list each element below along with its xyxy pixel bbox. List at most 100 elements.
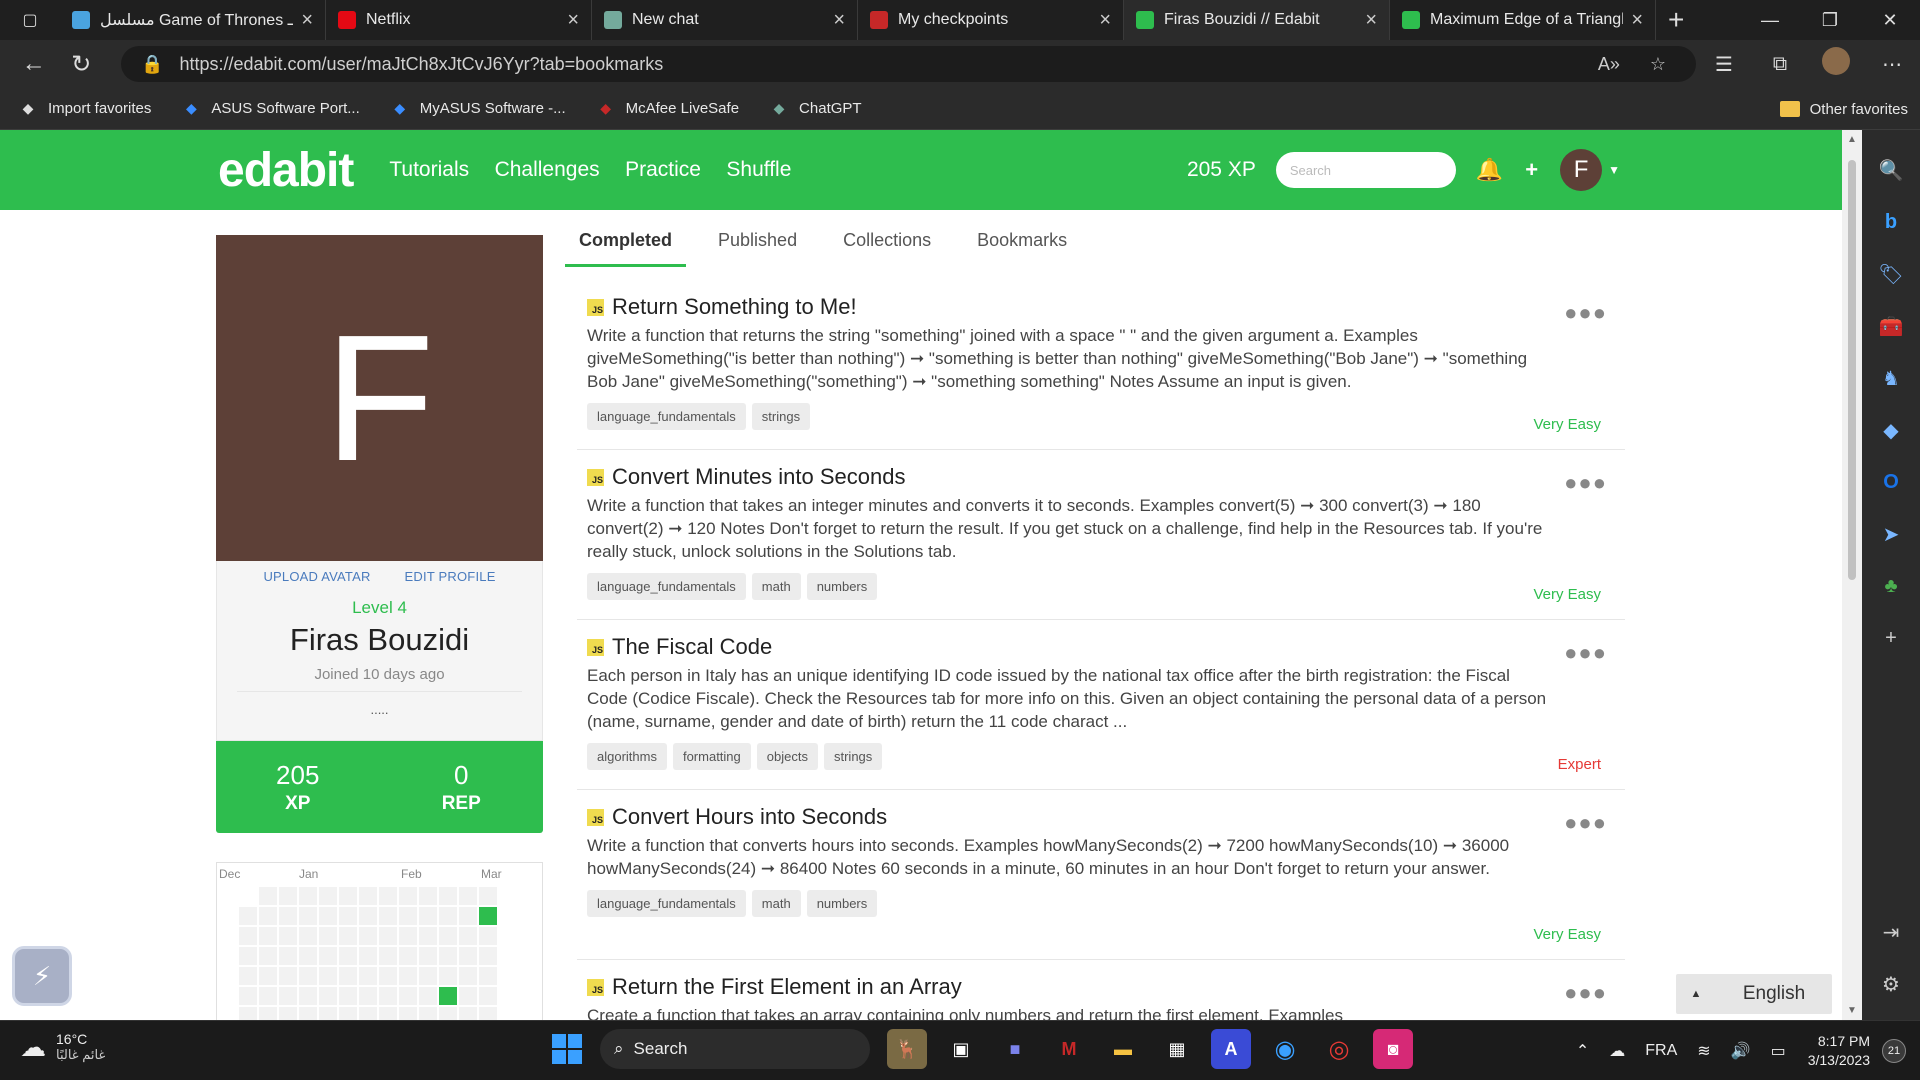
more-options-icon[interactable]: ●●● (1564, 470, 1607, 496)
close-tab-icon[interactable]: × (301, 9, 313, 32)
favorite-item[interactable]: ◆ Import favorites (0, 99, 163, 119)
nav-shuffle[interactable]: Shuffle (726, 158, 791, 181)
close-tab-icon[interactable]: × (567, 9, 579, 32)
profile-icon[interactable] (1808, 47, 1864, 81)
restore-icon[interactable]: ❐ (1800, 0, 1860, 40)
browser-tab[interactable]: New chat × (592, 0, 858, 40)
close-tab-icon[interactable]: × (1099, 9, 1111, 32)
store-icon[interactable]: ▦ (1157, 1029, 1197, 1069)
tools-icon[interactable]: 🧰 (1862, 300, 1920, 352)
close-window-icon[interactable]: ✕ (1860, 0, 1920, 40)
back-icon[interactable]: ← (10, 40, 58, 88)
more-menu-icon[interactable]: ⋯ (1864, 52, 1920, 77)
new-tab-icon[interactable]: + (1668, 4, 1684, 36)
tab-published[interactable]: Published (716, 230, 799, 261)
tab-collections[interactable]: Collections (841, 230, 933, 261)
scroll-thumb[interactable] (1848, 160, 1856, 580)
edit-profile-link[interactable]: EDIT PROFILE (405, 569, 496, 584)
windows-start-icon[interactable] (552, 1034, 582, 1064)
instagram-icon[interactable]: ◙ (1373, 1029, 1413, 1069)
onedrive-icon[interactable]: ☁ (1609, 1041, 1625, 1061)
browser-tab[interactable]: My checkpoints × (858, 0, 1124, 40)
volume-icon[interactable]: 🔊 (1731, 1041, 1751, 1061)
weather-widget[interactable]: ☁ 16°C غائم غالبًا (20, 1031, 105, 1063)
challenge-item[interactable]: JS Return Something to Me! Write a functio… (577, 280, 1625, 450)
browser-tab[interactable]: Maximum Edge of a Triangle × (1390, 0, 1656, 40)
favorite-item[interactable]: ◆ MyASUS Software -... (372, 99, 578, 119)
add-favorite-icon[interactable]: ☆ (1650, 54, 1666, 75)
collections-icon[interactable]: ⧉ (1752, 53, 1808, 76)
tag[interactable]: strings (751, 403, 811, 430)
settings-gear-icon[interactable]: ⚙ (1862, 958, 1920, 1010)
tree-icon[interactable]: ♣ (1862, 560, 1920, 612)
tag[interactable]: objects (756, 743, 818, 770)
other-favorites[interactable]: Other favorites (1779, 88, 1908, 130)
chevron-up-icon[interactable]: ⌃ (1576, 1041, 1589, 1061)
minimize-icon[interactable]: — (1740, 0, 1800, 40)
mcafee-icon[interactable]: M (1049, 1029, 1089, 1069)
tag[interactable]: formatting (672, 743, 751, 770)
tag[interactable]: math (751, 573, 801, 600)
nav-practice[interactable]: Practice (625, 158, 701, 181)
tag[interactable]: language_fundamentals (587, 573, 746, 600)
challenge-title[interactable]: Return Something to Me! (612, 294, 857, 320)
floating-app-icon[interactable]: ⚡ (12, 946, 72, 1006)
telegram-icon[interactable]: ➤ (1862, 508, 1920, 560)
tab-completed[interactable]: Completed (564, 230, 687, 267)
taskbar-search[interactable]: ⌕ Search (600, 1029, 870, 1069)
page-scrollbar[interactable]: ▲ ▼ (1842, 130, 1862, 1020)
bing-icon[interactable]: b (1862, 196, 1920, 248)
upload-avatar-link[interactable]: UPLOAD AVATAR (263, 569, 370, 584)
tab-actions-icon[interactable]: ▢ (0, 0, 60, 40)
close-tab-icon[interactable]: × (1631, 9, 1643, 32)
tag[interactable]: numbers (806, 890, 878, 917)
sidebar-collapse-icon[interactable]: ⇥ (1862, 906, 1920, 958)
teams-icon[interactable]: ■ (995, 1029, 1035, 1069)
more-options-icon[interactable]: ●●● (1564, 640, 1607, 666)
nav-tutorials[interactable]: Tutorials (389, 158, 469, 181)
task-view-icon[interactable]: ▣ (941, 1029, 981, 1069)
battery-icon[interactable]: ▭ (1771, 1041, 1786, 1061)
nav-challenges[interactable]: Challenges (495, 158, 600, 181)
search-input[interactable] (1275, 152, 1456, 188)
myasus-icon[interactable]: A (1211, 1029, 1251, 1069)
close-tab-icon[interactable]: × (1365, 9, 1377, 32)
shopping-tag-icon[interactable]: 🏷 (1862, 248, 1920, 300)
games-icon[interactable]: ♞ (1862, 352, 1920, 404)
browser-tab[interactable]: مسلسل Game of Thrones الـ × (60, 0, 326, 40)
challenge-title[interactable]: Return the First Element in an Array (612, 974, 962, 1000)
notification-badge[interactable]: 21 (1882, 1039, 1906, 1063)
refresh-icon[interactable]: ↻ (58, 40, 106, 88)
favorites-icon[interactable]: ☰ (1696, 52, 1752, 77)
challenge-title[interactable]: The Fiscal Code (612, 634, 772, 660)
tag[interactable]: language_fundamentals (587, 403, 746, 430)
more-options-icon[interactable]: ●●● (1564, 810, 1607, 836)
favorite-item[interactable]: ◆ ChatGPT (751, 99, 874, 119)
url-field[interactable]: 🔒 https://edabit.com/user/maJtCh8xJtCvJ6… (121, 46, 1696, 82)
browser-tab[interactable]: Netflix × (326, 0, 592, 40)
chevron-down-icon[interactable]: ▼ (1608, 163, 1620, 177)
favorite-item[interactable]: ◆ McAfee LiveSafe (578, 99, 751, 119)
scroll-down-icon[interactable]: ▼ (1847, 1005, 1857, 1016)
challenge-item[interactable]: JS Return the First Element in an Array Cr… (577, 960, 1625, 1020)
search-icon[interactable]: 🔍 (1862, 144, 1920, 196)
challenge-item[interactable]: JS Convert Hours into Seconds Write a func… (577, 790, 1625, 960)
scroll-up-icon[interactable]: ▲ (1847, 134, 1857, 145)
tag[interactable]: language_fundamentals (587, 890, 746, 917)
language-selector[interactable]: ▲ English (1676, 974, 1832, 1014)
tab-bookmarks[interactable]: Bookmarks (975, 230, 1069, 261)
tag[interactable]: numbers (806, 573, 878, 600)
user-avatar[interactable]: F (1560, 149, 1603, 191)
outlook-icon[interactable]: O (1862, 456, 1920, 508)
favorite-item[interactable]: ◆ ASUS Software Port... (163, 99, 371, 119)
lock-icon[interactable]: 🔒 (141, 54, 163, 75)
close-tab-icon[interactable]: × (833, 9, 845, 32)
edabit-logo[interactable]: edabit (218, 143, 354, 198)
more-options-icon[interactable]: ●●● (1564, 980, 1607, 1006)
input-language[interactable]: FRA (1645, 1042, 1677, 1060)
wifi-icon[interactable]: ≋ (1697, 1041, 1710, 1061)
deer-widget-icon[interactable]: 🦌 (887, 1029, 927, 1069)
tag[interactable]: strings (823, 743, 883, 770)
tag[interactable]: algorithms (587, 743, 667, 770)
browser-tab[interactable]: Firas Bouzidi // Edabit × (1124, 0, 1390, 40)
